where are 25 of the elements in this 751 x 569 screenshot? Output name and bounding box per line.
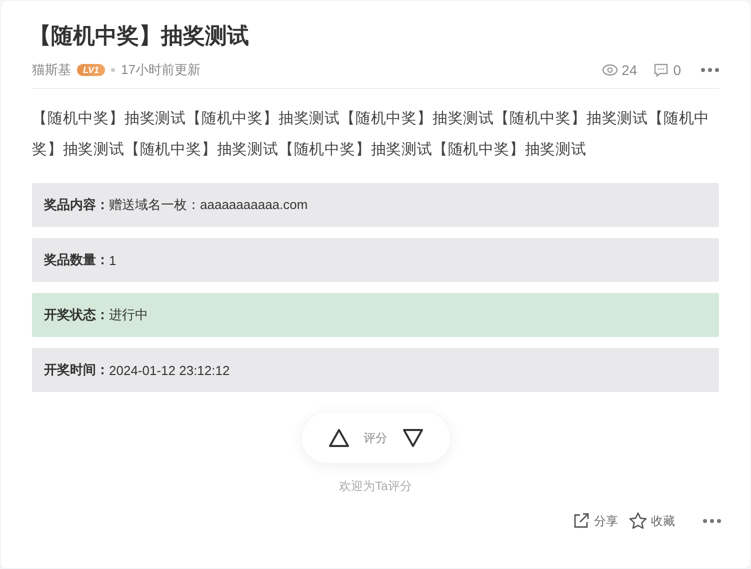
info-label: 奖品数量： [44, 251, 109, 269]
eye-icon [602, 62, 618, 78]
update-time: 17小时前更新 [121, 61, 200, 79]
downvote-icon[interactable] [402, 428, 424, 448]
level-badge: LV1 [77, 64, 106, 76]
share-button[interactable]: 分享 [571, 511, 618, 531]
view-count: 24 [622, 62, 638, 78]
rating-hint: 欢迎为Ta评分 [339, 478, 412, 495]
post-title: 【随机中奖】抽奖测试 [29, 22, 250, 50]
rating-label: 评分 [364, 430, 388, 446]
author-name[interactable]: 猫斯基 [32, 61, 71, 79]
info-value: 2024-01-12 23:12:12 [109, 362, 230, 378]
favorite-button[interactable]: 收藏 [628, 511, 675, 531]
info-label: 开奖状态： [44, 306, 109, 324]
star-icon [628, 511, 648, 531]
comment-icon[interactable] [653, 62, 670, 78]
comment-count: 0 [673, 62, 681, 78]
upvote-icon[interactable] [328, 428, 350, 448]
post-body: 【随机中奖】抽奖测试【随机中奖】抽奖测试【随机中奖】抽奖测试【随机中奖】抽奖测试【随机中奖】抽奖测试【随机中奖】抽奖测试【随机中奖】抽奖测试【随机中奖】抽奖测试 [32, 109, 711, 160]
info-label: 开奖时间： [44, 361, 109, 379]
info-value: 1 [109, 252, 116, 268]
info-value: 赠送域名一枚：aaaaaaaaaaa.com [109, 196, 308, 214]
info-value: 进行中 [109, 306, 148, 324]
info-label: 奖品内容： [44, 196, 109, 214]
separator-dot [111, 68, 116, 72]
